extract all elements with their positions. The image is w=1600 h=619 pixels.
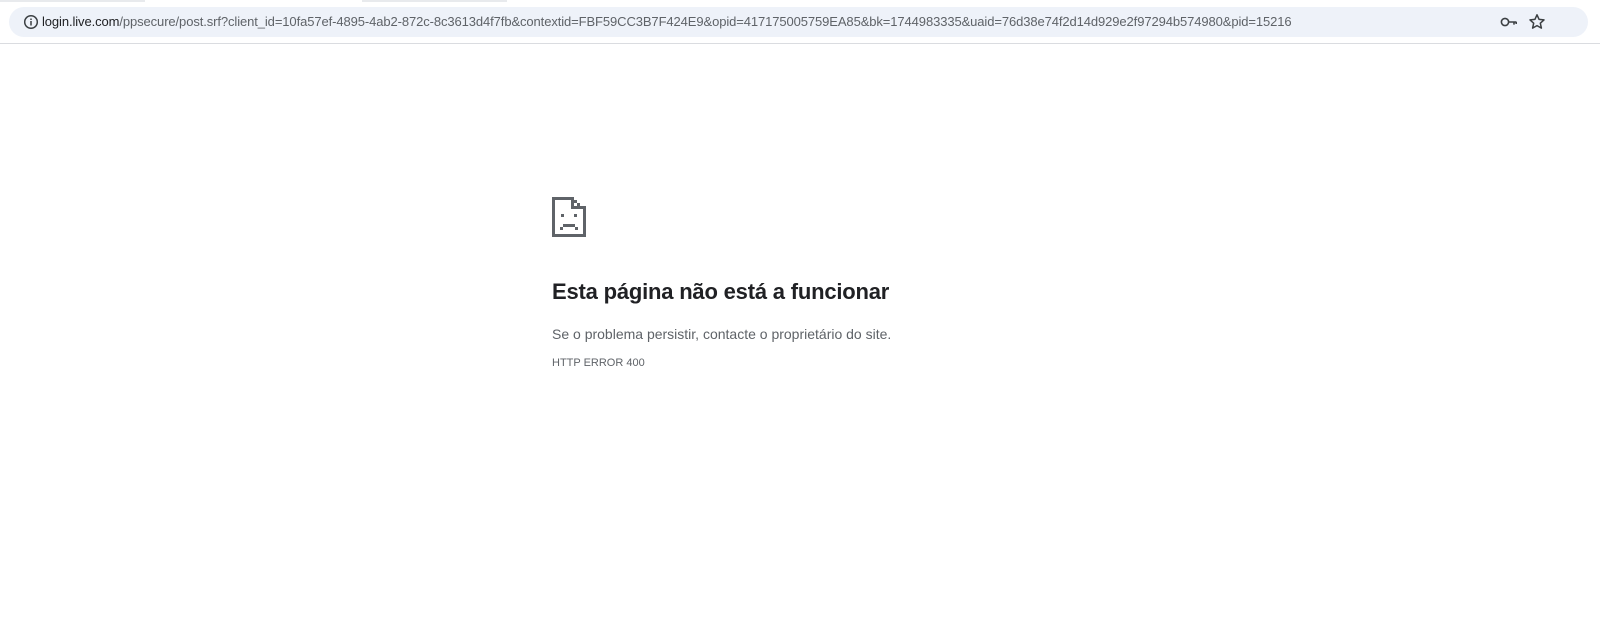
error-code: HTTP ERROR 400 xyxy=(552,357,645,369)
address-bar[interactable]: login.live.com/ppsecure/post.srf?client_… xyxy=(9,7,1588,37)
star-icon[interactable] xyxy=(1527,12,1547,32)
browser-toolbar: login.live.com/ppsecure/post.srf?client_… xyxy=(0,0,1600,44)
error-message: Se o problema persistir, contacte o prop… xyxy=(552,326,892,342)
url-path: /ppsecure/post.srf?client_id=10fa57ef-48… xyxy=(119,14,1292,29)
info-icon[interactable] xyxy=(23,14,39,30)
error-title: Esta página não está a funcionar xyxy=(552,279,890,304)
tab-edge xyxy=(0,0,145,2)
key-icon[interactable] xyxy=(1499,12,1519,32)
tab-edge xyxy=(362,0,507,2)
url-host: login.live.com xyxy=(42,14,120,29)
error-content: Esta página não está a funcionar Se o pr… xyxy=(552,197,1152,370)
sad-page-icon xyxy=(552,197,586,237)
url-text[interactable]: login.live.com/ppsecure/post.srf?client_… xyxy=(42,7,1292,37)
